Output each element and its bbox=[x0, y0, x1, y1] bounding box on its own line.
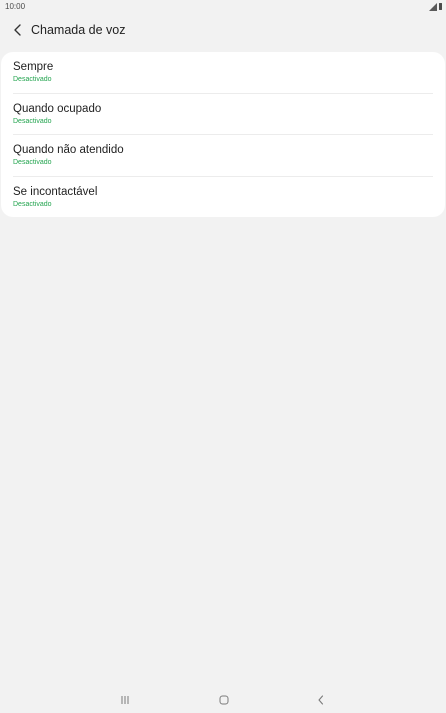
recents-icon bbox=[121, 696, 129, 704]
item-status: Desactivado bbox=[13, 76, 52, 83]
home-icon bbox=[219, 695, 229, 705]
header: Chamada de voz bbox=[0, 16, 446, 46]
item-title: Quando não atendido bbox=[13, 144, 124, 156]
item-status: Desactivado bbox=[13, 118, 52, 125]
recents-button[interactable] bbox=[113, 690, 137, 710]
home-button[interactable] bbox=[212, 690, 236, 710]
back-arrow-icon bbox=[14, 24, 21, 36]
back-button[interactable] bbox=[9, 21, 27, 39]
back-icon bbox=[318, 695, 324, 705]
status-time: 10:00 bbox=[5, 2, 26, 11]
forward-when-busy-item[interactable]: Quando ocupado Desactivado bbox=[1, 94, 445, 135]
status-icons bbox=[429, 2, 443, 12]
status-bar: 10:00 bbox=[0, 0, 446, 14]
page-title: Chamada de voz bbox=[31, 23, 126, 37]
battery-icon bbox=[439, 3, 442, 10]
navigation-bar bbox=[0, 690, 446, 713]
item-status: Desactivado bbox=[13, 159, 52, 166]
signal-icon bbox=[429, 3, 437, 11]
item-title: Se incontactável bbox=[13, 186, 98, 198]
forward-when-unanswered-item[interactable]: Quando não atendido Desactivado bbox=[1, 135, 445, 176]
forward-always-item[interactable]: Sempre Desactivado bbox=[1, 52, 445, 93]
back-nav-button[interactable] bbox=[309, 690, 333, 710]
forward-when-unreachable-item[interactable]: Se incontactável Desactivado bbox=[1, 177, 445, 217]
item-title: Sempre bbox=[13, 61, 54, 73]
item-title: Quando ocupado bbox=[13, 103, 102, 115]
item-status: Desactivado bbox=[13, 201, 52, 208]
forwarding-options-card: Sempre Desactivado Quando ocupado Desact… bbox=[1, 52, 445, 217]
